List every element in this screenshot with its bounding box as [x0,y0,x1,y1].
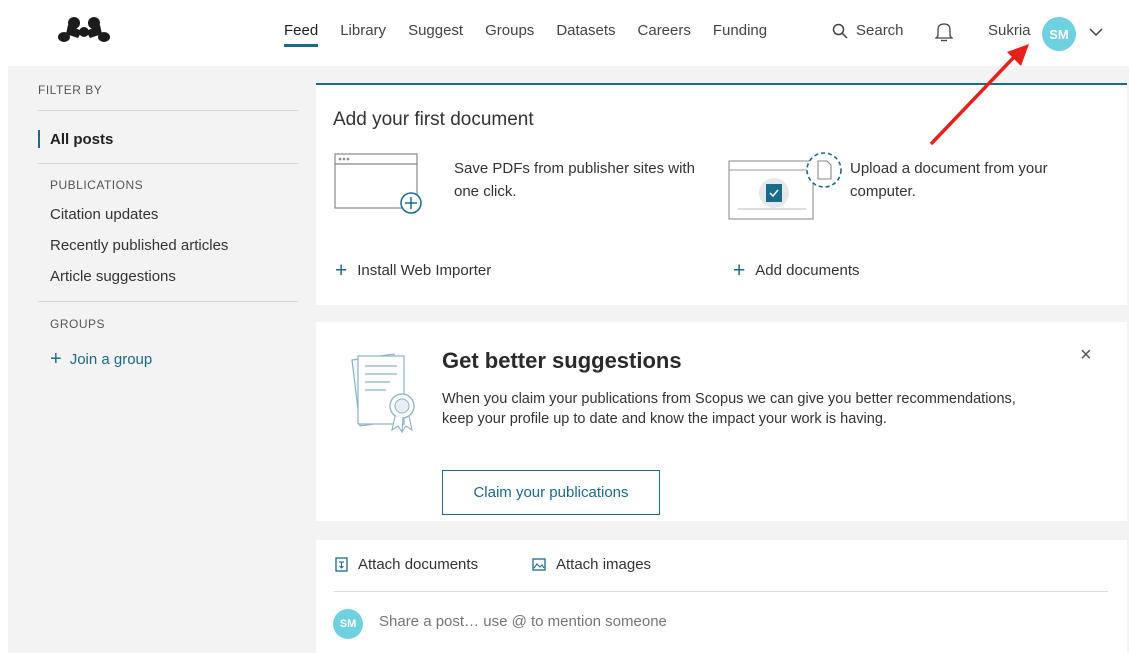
nav-suggest[interactable]: Suggest [408,22,463,47]
browser-window-icon [334,153,422,214]
suggestions-title: Get better suggestions [442,348,682,373]
divider [333,591,1108,592]
bell-icon[interactable] [935,22,953,42]
plus-icon: + [335,259,348,282]
attach-documents-button[interactable]: Attach documents [335,556,478,573]
nav-funding[interactable]: Funding [713,22,767,47]
nav-feed[interactable]: Feed [284,22,319,47]
add-documents-link[interactable]: + Add documents [733,259,860,282]
user-name[interactable]: Sukria [988,22,1031,39]
main-nav: Feed Library Suggest Groups Datasets Car… [284,22,789,47]
plus-icon: + [733,259,746,282]
divider [38,163,298,164]
install-web-importer-link[interactable]: + Install Web Importer [335,259,492,282]
nav-groups[interactable]: Groups [485,22,534,47]
post-composer: Attach documents Attach images SM [316,540,1127,653]
upload-document-icon [728,152,842,220]
attach-documents-label: Attach documents [358,556,479,573]
publications-heading: PUBLICATIONS [50,178,144,192]
nav-library[interactable]: Library [340,22,386,47]
annotation-arrow-icon [929,44,1029,146]
active-indicator [38,130,40,148]
join-group-link[interactable]: + Join a group [50,348,153,370]
attach-images-label: Attach images [556,556,652,573]
image-icon [532,558,546,571]
search-label: Search [856,22,904,39]
add-documents-label: Add documents [755,262,860,279]
divider [38,301,298,302]
sidebar-item-recently-published[interactable]: Recently published articles [50,237,228,254]
search-icon [832,23,848,39]
upload-description: Upload a document from your computer. [850,160,1048,200]
filter-heading: FILTER BY [38,83,103,97]
plus-icon: + [50,348,62,370]
web-importer-description: Save PDFs from publisher sites with one … [454,160,695,200]
divider [38,110,298,111]
certificate-icon [351,353,415,434]
suggestions-body: When you claim your publications from Sc… [442,391,1016,427]
sidebar-item-all-posts[interactable]: All posts [38,130,113,148]
sidebar-item-citation-updates[interactable]: Citation updates [50,206,158,223]
sidebar-item-article-suggestions[interactable]: Article suggestions [50,268,176,285]
avatar[interactable]: SM [1042,17,1076,51]
suggestions-card: Get better suggestions When you claim yo… [316,322,1127,521]
nav-careers[interactable]: Careers [638,22,691,47]
mendeley-logo-icon[interactable] [56,14,112,46]
install-web-importer-label: Install Web Importer [357,262,492,279]
attach-images-button[interactable]: Attach images [532,556,651,573]
nav-datasets[interactable]: Datasets [556,22,615,47]
groups-heading: GROUPS [50,317,106,331]
claim-publications-button[interactable]: Claim your publications [442,470,660,515]
close-icon[interactable]: × [1080,344,1092,367]
sidebar-item-label: All posts [50,130,114,148]
chevron-down-icon[interactable] [1088,26,1104,38]
avatar: SM [333,609,363,639]
document-icon [335,557,348,572]
post-input[interactable] [379,613,879,630]
join-group-label: Join a group [69,351,153,368]
add-document-title: Add your first document [333,109,534,130]
search-button[interactable]: Search [832,22,904,39]
